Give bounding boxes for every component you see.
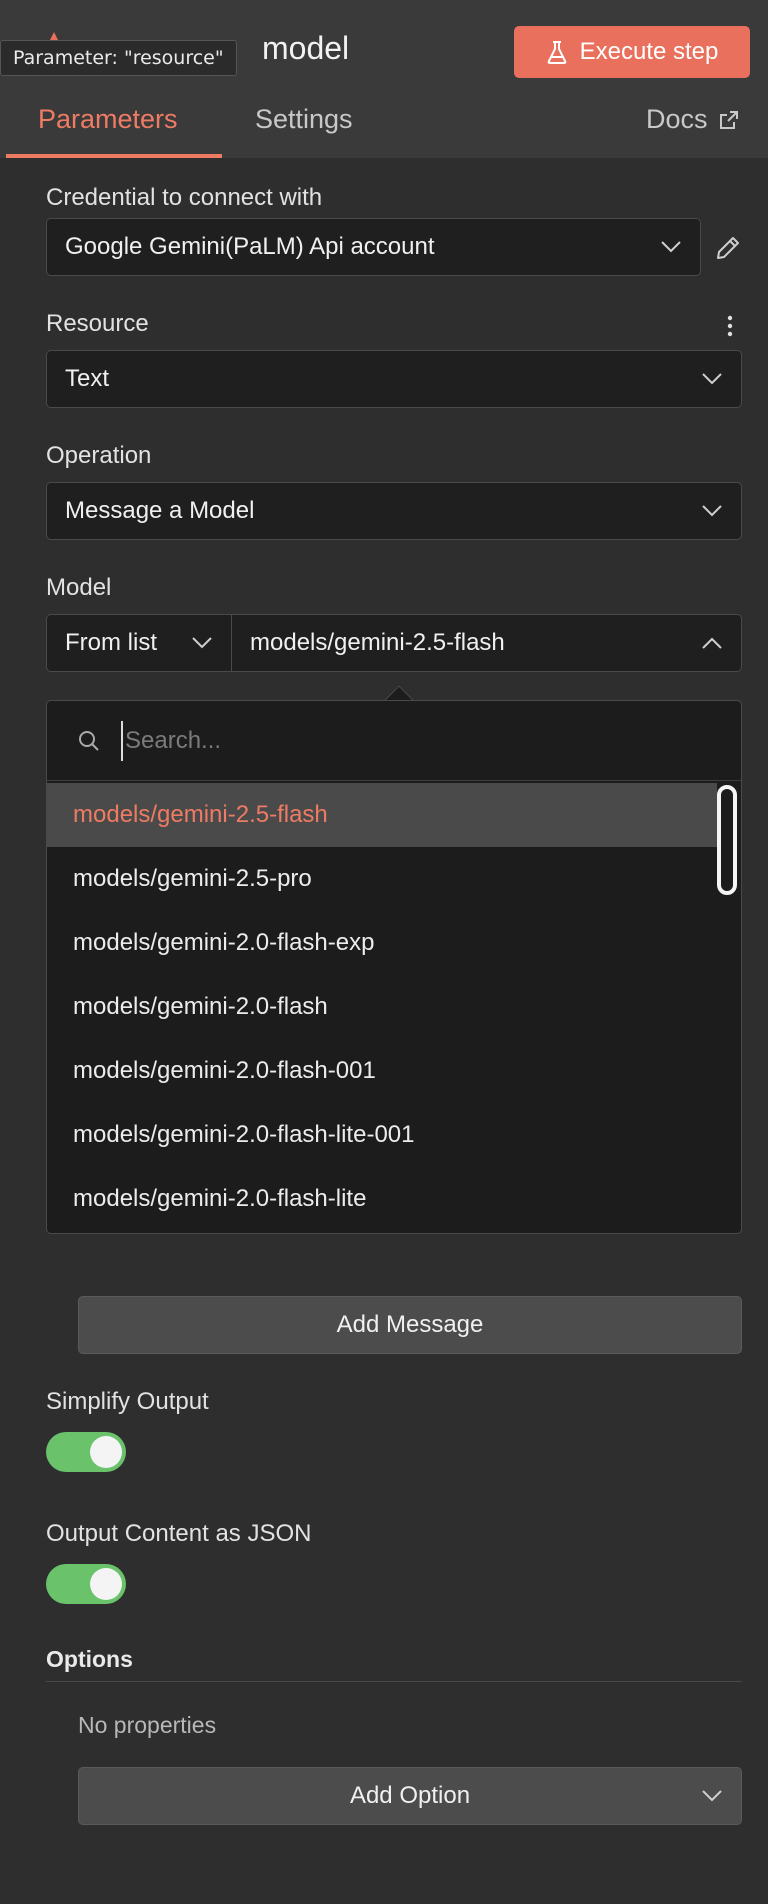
model-mode-select[interactable]: From list	[46, 614, 232, 672]
execute-step-button[interactable]: Execute step	[514, 26, 750, 78]
search-icon	[79, 731, 99, 751]
add-option-label: Add Option	[349, 1782, 471, 1809]
model-mode-value: From list	[65, 629, 157, 656]
parameter-tooltip: Parameter: "resource"	[0, 40, 237, 76]
docs-link[interactable]: Docs	[646, 104, 740, 135]
chevron-down-icon	[702, 1790, 722, 1802]
resource-select[interactable]: Text	[46, 350, 742, 408]
output-json-label: Output Content as JSON	[46, 1520, 312, 1547]
model-option[interactable]: models/gemini-2.0-flash-lite-001	[47, 1103, 717, 1167]
model-value: models/gemini-2.5-flash	[250, 629, 505, 656]
chevron-down-icon	[702, 505, 722, 517]
credential-label: Credential to connect with	[46, 184, 323, 211]
credential-value: Google Gemini(PaLM) Api account	[65, 233, 435, 260]
model-option[interactable]: models/gemini-2.5-pro	[47, 847, 717, 911]
node-title[interactable]: model	[262, 30, 349, 67]
tab-settings[interactable]: Settings	[255, 104, 353, 135]
flask-icon	[547, 41, 566, 64]
model-search-input[interactable]	[121, 721, 701, 761]
credential-select[interactable]: Google Gemini(PaLM) Api account	[46, 218, 701, 276]
chevron-down-icon	[702, 373, 722, 385]
kebab-menu-icon[interactable]	[722, 314, 738, 338]
simplify-output-label: Simplify Output	[46, 1388, 209, 1415]
dropdown-scrollbar[interactable]	[717, 785, 737, 895]
add-option-button[interactable]: Add Option	[78, 1767, 742, 1825]
operation-select[interactable]: Message a Model	[46, 482, 742, 540]
docs-label: Docs	[646, 104, 708, 134]
add-message-button[interactable]: Add Message	[78, 1296, 742, 1354]
model-dropdown: models/gemini-2.5-flash models/gemini-2.…	[46, 700, 742, 1234]
model-option[interactable]: models/gemini-2.0-flash	[47, 975, 717, 1039]
simplify-output-toggle[interactable]	[46, 1432, 126, 1472]
resource-value: Text	[65, 365, 110, 392]
active-tab-indicator	[6, 154, 222, 158]
model-option[interactable]: models/gemini-2.0-flash-lite	[47, 1167, 717, 1231]
chevron-down-icon	[192, 637, 212, 649]
toggle-knob	[90, 1436, 122, 1468]
no-properties-text: No properties	[78, 1712, 217, 1738]
model-option[interactable]: models/gemini-2.5-flash	[47, 783, 717, 847]
operation-label: Operation	[46, 442, 152, 469]
resource-label: Resource	[46, 310, 149, 337]
tab-parameters[interactable]: Parameters	[38, 104, 178, 135]
options-divider	[46, 1681, 742, 1682]
toggle-knob	[90, 1568, 122, 1600]
chevron-up-icon	[702, 637, 722, 649]
dropdown-search-row	[47, 701, 741, 781]
node-header: model Execute step Parameters Settings D…	[0, 0, 768, 158]
output-json-toggle[interactable]	[46, 1564, 126, 1604]
model-option[interactable]: models/gemini-2.0-flash-exp	[47, 911, 717, 975]
model-option[interactable]: models/gemini-2.0-flash-001	[47, 1039, 717, 1103]
model-label: Model	[46, 574, 112, 601]
execute-step-label: Execute step	[579, 38, 719, 65]
edit-credential-icon[interactable]	[714, 234, 742, 262]
external-link-icon	[719, 110, 738, 129]
model-select[interactable]: models/gemini-2.5-flash	[231, 614, 742, 672]
chevron-down-icon	[661, 241, 681, 253]
operation-value: Message a Model	[65, 497, 255, 524]
options-title: Options	[46, 1646, 133, 1672]
